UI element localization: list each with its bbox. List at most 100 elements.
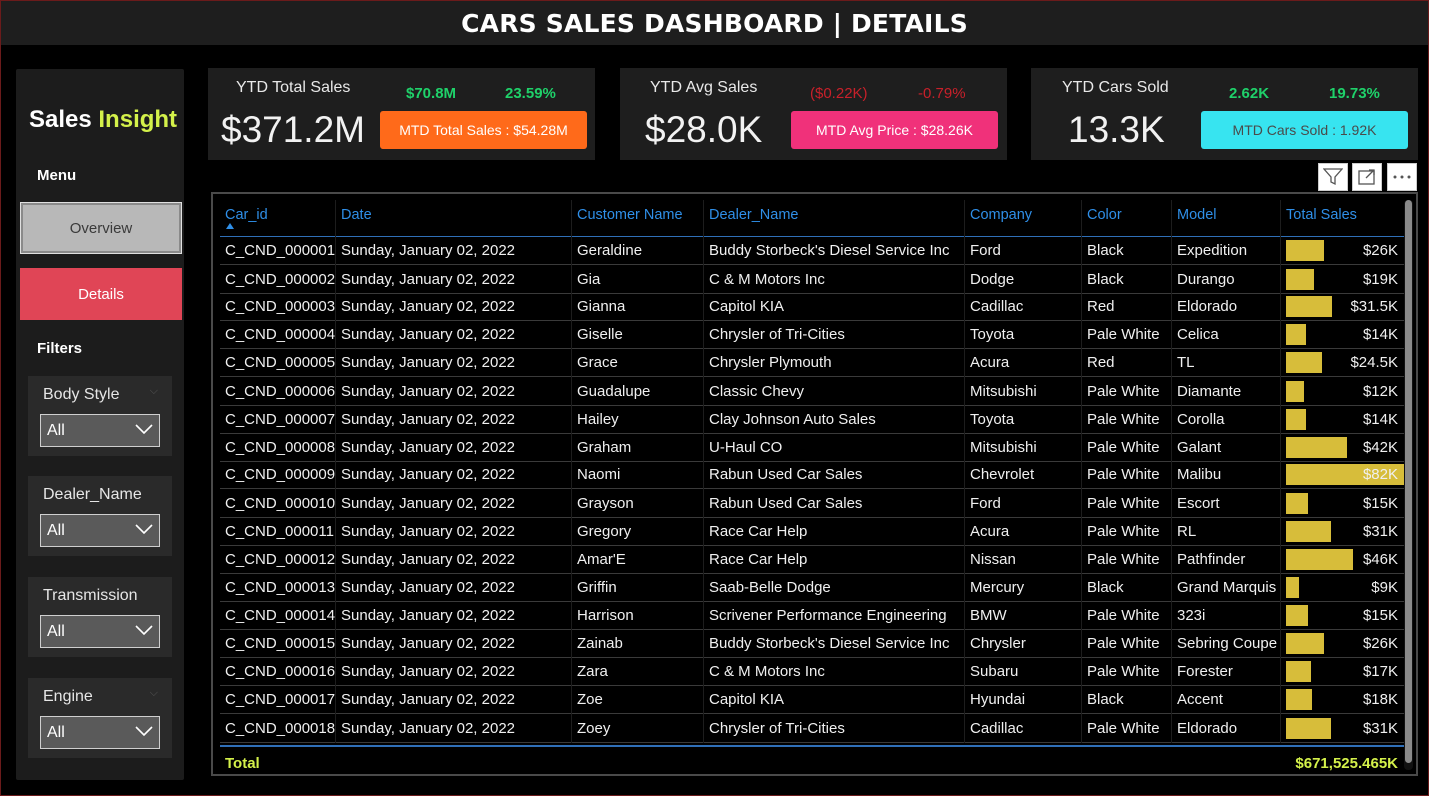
column-header-total-sales[interactable]: Total Sales <box>1286 207 1357 223</box>
more-options-icon[interactable] <box>1387 163 1417 191</box>
cell-dealer-name: Chrysler of Tri-Cities <box>709 720 845 737</box>
cell-color: Pale White <box>1087 411 1160 428</box>
cell-customer-name: Zoey <box>577 720 611 737</box>
cell-model: Eldorado <box>1177 720 1238 737</box>
cell-customer-name: Grace <box>577 354 618 371</box>
column-header-color[interactable]: Color <box>1087 207 1122 223</box>
chevron-down-icon <box>135 726 153 737</box>
column-divider <box>1081 200 1082 743</box>
table-header: Car_id Date Customer Name Dealer_Name Co… <box>220 200 1404 237</box>
chevron-down-icon <box>135 625 153 636</box>
column-header-company[interactable]: Company <box>970 207 1032 223</box>
transmission-dropdown[interactable]: All <box>40 615 160 648</box>
table-row[interactable]: C_CND_000010 Sunday, January 02, 2022 Gray… <box>220 490 1404 518</box>
cell-company: Mitsubishi <box>970 383 1037 400</box>
slicer-dealer-name: Dealer_Name All <box>28 476 172 556</box>
cell-total-sales: $19K <box>1362 271 1398 288</box>
total-sales-data-bar <box>1286 269 1314 290</box>
table-row[interactable]: C_CND_000012 Sunday, January 02, 2022 Amar… <box>220 546 1404 574</box>
cell-company: Hyundai <box>970 691 1026 708</box>
dealer-name-dropdown[interactable]: All <box>40 514 160 547</box>
column-header-customer-name[interactable]: Customer Name <box>577 207 683 223</box>
cell-dealer-name: Clay Johnson Auto Sales <box>709 411 876 428</box>
cell-date: Sunday, January 02, 2022 <box>341 439 516 456</box>
table-row[interactable]: C_CND_000014 Sunday, January 02, 2022 Harr… <box>220 602 1404 630</box>
slicer-label: Transmission <box>43 587 138 604</box>
column-header-date[interactable]: Date <box>341 207 372 223</box>
cell-company: Cadillac <box>970 298 1024 315</box>
cell-car-id: C_CND_000015 <box>225 635 336 652</box>
mtd-avg-price-button[interactable]: MTD Avg Price : $28.26K <box>791 111 998 149</box>
mtd-total-sales-button[interactable]: MTD Total Sales : $54.28M <box>380 111 587 149</box>
cell-car-id: C_CND_000018 <box>225 720 336 737</box>
table-row[interactable]: C_CND_000018 Sunday, January 02, 2022 Zoey… <box>220 715 1404 743</box>
cell-car-id: C_CND_000008 <box>225 439 336 456</box>
overview-button[interactable]: Overview <box>20 202 182 254</box>
kpi-card-ytd-avg-sales: YTD Avg Sales $28.0K ($0.22K) -0.79% MTD… <box>620 68 1007 160</box>
slicer-label: Body Style <box>43 386 120 403</box>
cell-car-id: C_CND_000004 <box>225 326 336 343</box>
column-header-model[interactable]: Model <box>1177 207 1217 223</box>
slicer-transmission: Transmission All <box>28 577 172 657</box>
table-row[interactable]: C_CND_000017 Sunday, January 02, 2022 Zoe C… <box>220 686 1404 714</box>
cell-color: Pale White <box>1087 663 1160 680</box>
focus-mode-icon[interactable] <box>1352 163 1382 191</box>
table-row[interactable]: C_CND_000009 Sunday, January 02, 2022 Naom… <box>220 461 1406 489</box>
cell-dealer-name: Capitol KIA <box>709 298 785 315</box>
cell-total-sales: $42K <box>1362 439 1398 456</box>
cell-car-id: C_CND_000002 <box>225 271 336 288</box>
cell-customer-name: Harrison <box>577 607 634 624</box>
chevron-down-icon[interactable]: ⌵ <box>150 687 158 700</box>
table-row[interactable]: C_CND_000007 Sunday, January 02, 2022 Hail… <box>220 406 1404 434</box>
column-header-car-id[interactable]: Car_id <box>225 207 268 223</box>
table-row[interactable]: C_CND_000011 Sunday, January 02, 2022 Greg… <box>220 518 1404 546</box>
table-row[interactable]: C_CND_000001 Sunday, January 02, 2022 Gera… <box>220 237 1404 265</box>
cell-model: Malibu <box>1177 466 1222 483</box>
total-sales-data-bar <box>1286 521 1331 542</box>
cell-car-id: C_CND_000017 <box>225 691 336 708</box>
slicer-body-style: Body Style ⌵ All <box>28 376 172 456</box>
slicer-engine: Engine ⌵ All <box>28 678 172 758</box>
filter-icon[interactable] <box>1318 163 1348 191</box>
kpi-label: YTD Total Sales <box>236 79 351 96</box>
cell-dealer-name: Rabun Used Car Sales <box>709 495 863 512</box>
cell-color: Pale White <box>1087 383 1160 400</box>
cell-model: Pathfinder <box>1177 551 1246 568</box>
cell-car-id: C_CND_000011 <box>225 523 334 540</box>
table-row[interactable]: C_CND_000013 Sunday, January 02, 2022 Grif… <box>220 574 1404 602</box>
vertical-scrollbar[interactable] <box>1404 200 1413 770</box>
cell-customer-name: Graham <box>577 439 632 456</box>
cell-date: Sunday, January 02, 2022 <box>341 720 516 737</box>
mtd-cars-sold-button[interactable]: MTD Cars Sold : 1.92K <box>1201 111 1408 149</box>
body-style-dropdown[interactable]: All <box>40 414 160 447</box>
table-row[interactable]: C_CND_000006 Sunday, January 02, 2022 Guad… <box>220 378 1404 406</box>
cell-total-sales: $15K <box>1362 495 1398 512</box>
table-row[interactable]: C_CND_000005 Sunday, January 02, 2022 Grac… <box>220 349 1404 377</box>
cell-customer-name: Zara <box>577 663 608 680</box>
cell-dealer-name: Buddy Storbeck's Diesel Service Inc <box>709 635 950 652</box>
table-row[interactable]: C_CND_000016 Sunday, January 02, 2022 Zara… <box>220 658 1404 686</box>
column-divider <box>1280 200 1281 743</box>
engine-dropdown[interactable]: All <box>40 716 160 749</box>
details-button[interactable]: Details <box>20 268 182 320</box>
total-sales-data-bar <box>1286 549 1353 570</box>
cell-company: Chrysler <box>970 635 1026 652</box>
cell-company: Dodge <box>970 271 1015 288</box>
cell-dealer-name: Chrysler Plymouth <box>709 354 832 371</box>
cell-car-id: C_CND_000013 <box>225 579 336 596</box>
column-divider <box>703 200 704 743</box>
cell-customer-name: Guadalupe <box>577 383 651 400</box>
column-header-dealer-name[interactable]: Dealer_Name <box>709 207 798 223</box>
total-sales-data-bar <box>1286 577 1299 598</box>
cell-total-sales: $31K <box>1362 720 1398 737</box>
table-row[interactable]: C_CND_000008 Sunday, January 02, 2022 Grah… <box>220 434 1404 462</box>
table-row[interactable]: C_CND_000002 Sunday, January 02, 2022 Gia C… <box>220 266 1404 294</box>
table-row[interactable]: C_CND_000004 Sunday, January 02, 2022 Gise… <box>220 321 1404 349</box>
table-row[interactable]: C_CND_000003 Sunday, January 02, 2022 Gian… <box>220 293 1404 321</box>
table-row[interactable]: C_CND_000015 Sunday, January 02, 2022 Zain… <box>220 630 1404 658</box>
details-table: Car_id Date Customer Name Dealer_Name Co… <box>211 192 1418 776</box>
chevron-down-icon[interactable]: ⌵ <box>150 385 158 398</box>
chevron-down-icon <box>135 424 153 435</box>
scrollbar-thumb[interactable] <box>1405 200 1412 763</box>
cell-date: Sunday, January 02, 2022 <box>341 523 516 540</box>
